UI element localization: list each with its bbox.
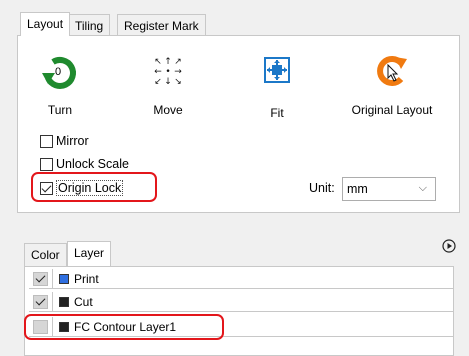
fit-icon	[264, 57, 290, 83]
svg-text:↖: ↖	[154, 57, 162, 67]
layer-color-swatch	[59, 273, 69, 284]
move-label: Move	[153, 103, 183, 117]
svg-text:↗: ↗	[174, 57, 182, 67]
visibility-cell	[29, 268, 53, 289]
svg-text:↘: ↘	[174, 77, 182, 85]
mirror-checkbox[interactable]: Mirror	[40, 132, 89, 150]
svg-text:↙: ↙	[154, 77, 162, 85]
mirror-check-box[interactable]	[40, 134, 53, 148]
unlock-scale-check-box[interactable]	[40, 157, 53, 171]
layer-row-print[interactable]: Print	[29, 268, 453, 289]
unit-select[interactable]: mm ⌵	[342, 177, 436, 201]
layer-row-cut[interactable]: Cut	[29, 291, 453, 312]
visibility-checkbox[interactable]	[33, 271, 48, 286]
unit-label: Unit:	[309, 181, 335, 195]
tab-layout[interactable]: Layout	[20, 12, 71, 36]
layer-list: Print Cut FC Contour Layer1	[24, 266, 454, 356]
original-layout-button[interactable]	[373, 53, 409, 89]
layer-name: Print	[74, 271, 99, 286]
fit-label: Fit	[270, 106, 284, 120]
original-layout-label: Original Layout	[351, 103, 433, 117]
tab-layer[interactable]: Layer	[67, 241, 112, 266]
tab-color[interactable]: Color	[24, 243, 67, 266]
tab-register-mark[interactable]: Register Mark	[117, 14, 206, 36]
reset-layout-icon	[377, 56, 407, 86]
svg-text:←: ←	[154, 67, 162, 77]
svg-text:↑: ↑	[164, 57, 172, 67]
move-button[interactable]: ↖ ↑ ↗ ← • → ↙ ↓ ↘	[153, 55, 183, 87]
fit-button[interactable]	[264, 57, 290, 83]
unit-value: mm	[347, 182, 368, 196]
layer-name: Cut	[74, 294, 93, 309]
unlock-scale-label: Unlock Scale	[56, 157, 129, 171]
turn-button[interactable]: 0	[40, 55, 80, 91]
panel-menu-button[interactable]	[442, 239, 456, 253]
chevron-down-icon: ⌵	[418, 182, 427, 194]
unlock-scale-checkbox[interactable]: Unlock Scale	[40, 155, 129, 173]
visibility-cell	[29, 291, 53, 312]
turn-value: 0	[55, 66, 62, 78]
tab-tiling[interactable]: Tiling	[68, 14, 111, 36]
mirror-label: Mirror	[56, 134, 89, 148]
move-arrows-icon: ↖ ↑ ↗ ← • → ↙ ↓ ↘	[154, 57, 182, 87]
svg-text:•: •	[165, 67, 170, 77]
svg-text:→: →	[174, 67, 182, 77]
fc-contour-highlight	[24, 314, 224, 340]
turn-label: Turn	[47, 103, 73, 117]
visibility-checkbox[interactable]	[33, 294, 48, 309]
origin-lock-highlight	[31, 172, 157, 202]
svg-text:↓: ↓	[164, 77, 172, 85]
play-circle-icon	[442, 239, 456, 253]
layer-color-swatch	[59, 296, 69, 307]
